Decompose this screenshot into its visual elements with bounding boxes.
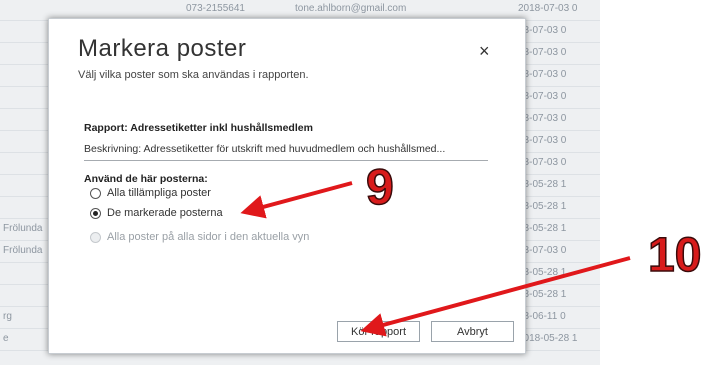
step-number-9: 9: [365, 158, 394, 216]
step-number-10: 10: [647, 228, 702, 283]
annotation-arrows: [240, 181, 631, 337]
arrow-step-10: [360, 256, 631, 337]
arrow-step-9: [240, 181, 353, 219]
